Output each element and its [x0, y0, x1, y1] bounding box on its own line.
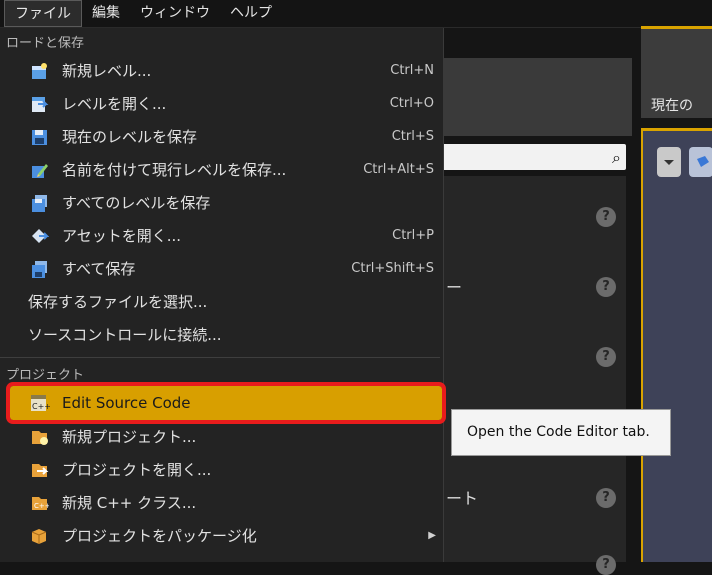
menu-item-label: 新規プロジェクト...: [62, 428, 197, 446]
save-all-levels-icon: [28, 192, 50, 214]
viewport[interactable]: [641, 128, 712, 562]
menu-separator: [0, 357, 440, 358]
section-header-project: プロジェクト: [6, 368, 85, 383]
menu-item-label: プロジェクトを開く...: [62, 461, 212, 479]
open-asset-icon: [28, 225, 50, 247]
menu-item-shortcut: Ctrl+Shift+S: [351, 261, 434, 276]
menu-item-shortcut: Ctrl+P: [392, 228, 434, 243]
menu-edit[interactable]: 編集: [82, 0, 130, 27]
toolbar-panel: [440, 58, 632, 136]
menu-item-connect-source-control[interactable]: ソースコントロールに接続...: [0, 318, 440, 351]
viewport-tab[interactable]: 現在の: [641, 26, 712, 118]
new-cpp-class-icon: C++: [28, 492, 50, 514]
menu-item-open-level[interactable]: レベルを開く... Ctrl+O: [0, 87, 440, 120]
menu-item-save-all-levels[interactable]: すべてのレベルを保存: [0, 186, 440, 219]
submenu-arrow-icon: ▶: [428, 530, 436, 541]
help-icon[interactable]: ?: [596, 347, 616, 367]
menu-item-save-current-level[interactable]: 現在のレベルを保存 Ctrl+S: [0, 120, 440, 153]
save-as-icon: [28, 159, 50, 181]
viewport-perspective-button[interactable]: [689, 147, 712, 177]
menu-item-label: Edit Source Code: [62, 394, 191, 412]
menu-item-label: すべてのレベルを保存: [62, 194, 211, 212]
svg-text:C++: C++: [32, 402, 50, 411]
perspective-icon: [697, 156, 709, 167]
chevron-down-icon: [664, 160, 674, 165]
svg-text:C++: C++: [34, 502, 49, 510]
menu-bar: ファイル 編集 ウィンドウ ヘルプ: [0, 0, 712, 28]
menu-item-edit-source-code[interactable]: C++ Edit Source Code: [6, 382, 446, 424]
search-icon: ⌕: [612, 148, 621, 167]
menu-item-shortcut: Ctrl+N: [390, 63, 434, 78]
save-all-icon: [28, 258, 50, 280]
menu-item-label: アセットを開く...: [62, 227, 182, 245]
menu-item-label: 名前を付けて現行レベルを保存...: [62, 161, 287, 179]
menu-item-choose-files-to-save[interactable]: 保存するファイルを選択...: [0, 285, 440, 318]
menu-item-label: プロジェクトをパッケージ化: [62, 527, 257, 545]
menu-item-open-asset[interactable]: アセットを開く... Ctrl+P: [0, 219, 440, 252]
menu-file[interactable]: ファイル: [4, 0, 82, 27]
help-icon[interactable]: ?: [596, 488, 616, 508]
menu-item-label: 保存するファイルを選択...: [28, 293, 208, 311]
details-label: ー: [446, 278, 463, 297]
details-label: ート: [446, 489, 479, 508]
menu-item-package-project[interactable]: プロジェクトをパッケージ化 ▶: [0, 519, 440, 552]
menu-item-label: すべて保存: [62, 260, 136, 278]
cpp-code-icon: C++: [28, 392, 50, 414]
menu-item-new-project[interactable]: 新規プロジェクト...: [0, 420, 440, 453]
help-icon[interactable]: ?: [596, 207, 616, 227]
menu-item-save-all[interactable]: すべて保存 Ctrl+Shift+S: [0, 252, 440, 285]
details-search-input[interactable]: ⌕: [440, 144, 626, 170]
new-level-icon: [28, 60, 50, 82]
menu-item-label: 現在のレベルを保存: [62, 128, 198, 146]
new-project-icon: [28, 426, 50, 448]
help-icon[interactable]: ?: [596, 555, 616, 575]
section-header-load-save: ロードと保存: [6, 36, 85, 51]
package-icon: [28, 525, 50, 547]
menu-item-label: ソースコントロールに接続...: [28, 326, 222, 344]
menu-item-shortcut: Ctrl+O: [389, 96, 434, 111]
open-project-icon: [28, 459, 50, 481]
viewport-tab-label: 現在の: [651, 98, 693, 114]
menu-item-save-level-as[interactable]: 名前を付けて現行レベルを保存... Ctrl+Alt+S: [0, 153, 440, 186]
menu-item-new-cpp-class[interactable]: C++ 新規 C++ クラス...: [0, 486, 440, 519]
save-icon: [28, 126, 50, 148]
menu-item-shortcut: Ctrl+S: [391, 129, 434, 144]
tooltip: Open the Code Editor tab.: [451, 409, 671, 456]
help-icon[interactable]: ?: [596, 277, 616, 297]
menu-item-open-project[interactable]: プロジェクトを開く...: [0, 453, 440, 486]
viewport-options-button[interactable]: [657, 147, 681, 177]
open-level-icon: [28, 93, 50, 115]
menu-item-label: 新規レベル...: [62, 62, 152, 80]
menu-item-label: 新規 C++ クラス...: [62, 494, 197, 512]
menu-help[interactable]: ヘルプ: [220, 0, 282, 27]
menu-window[interactable]: ウィンドウ: [130, 0, 220, 27]
menu-item-label: レベルを開く...: [62, 95, 167, 113]
menu-item-shortcut: Ctrl+Alt+S: [363, 162, 434, 177]
file-menu-dropdown: ロードと保存 新規レベル... Ctrl+N レベルを開く... Ctrl+O …: [0, 28, 446, 562]
menu-item-new-level[interactable]: 新規レベル... Ctrl+N: [0, 54, 440, 87]
